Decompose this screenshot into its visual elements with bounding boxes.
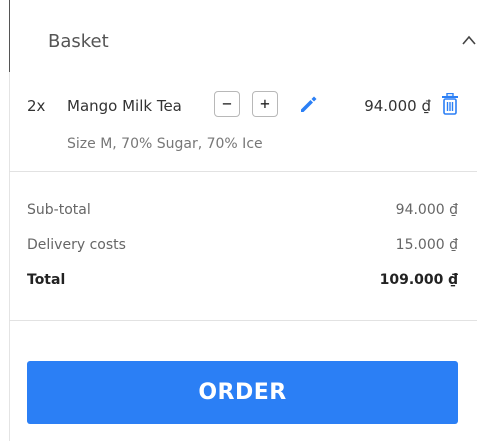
subtotal-row: Sub-total 94.000 ₫ [27, 202, 458, 224]
basket-item: 2x Mango Milk Tea − + 94.000 ₫ [0, 88, 477, 128]
basket-title: Basket [48, 31, 109, 52]
subtotal-value: 94.000 ₫ [395, 202, 458, 218]
subtotal-label: Sub-total [27, 202, 91, 218]
chevron-up-icon[interactable] [461, 34, 477, 46]
total-row: Total 109.000 ₫ [27, 272, 458, 294]
item-options: Size M, 70% Sugar, 70% Ice [67, 136, 263, 152]
delivery-label: Delivery costs [27, 237, 126, 253]
trash-icon[interactable] [441, 93, 459, 115]
divider [9, 320, 477, 321]
delivery-row: Delivery costs 15.000 ₫ [27, 237, 458, 259]
order-button[interactable]: ORDER [27, 361, 458, 424]
decrement-button[interactable]: − [214, 91, 240, 117]
delivery-value: 15.000 ₫ [395, 237, 458, 253]
item-price: 94.000 ₫ [364, 97, 431, 115]
increment-button[interactable]: + [252, 91, 278, 117]
item-name: Mango Milk Tea [67, 97, 182, 115]
pencil-icon[interactable] [298, 94, 318, 114]
total-label: Total [27, 272, 66, 288]
item-quantity: 2x [27, 97, 46, 115]
total-value: 109.000 ₫ [379, 272, 458, 288]
basket-header[interactable]: Basket [10, 0, 477, 88]
divider [9, 171, 477, 172]
